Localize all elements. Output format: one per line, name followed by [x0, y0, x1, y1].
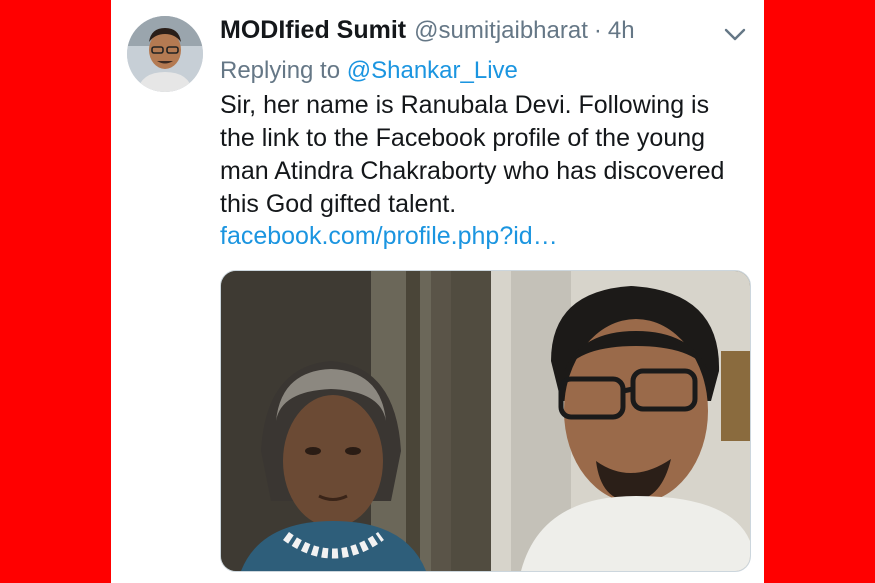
mention-link[interactable]: @Shankar_Live: [347, 57, 518, 84]
avatar[interactable]: [127, 16, 203, 92]
tweet-card[interactable]: MODIfied Sumit @sumitjaibharat · 4h Repl…: [111, 0, 764, 583]
author-name[interactable]: MODIfied Sumit: [220, 16, 406, 45]
tweet-photo[interactable]: [220, 270, 751, 572]
separator-dot: ·: [593, 17, 602, 44]
replying-to: Replying to @Shankar_Live: [220, 57, 518, 85]
tweet-time[interactable]: 4h: [608, 17, 635, 45]
tweet-text: Sir, her name is Ranubala Devi. Followin…: [220, 91, 725, 218]
chevron-down-icon[interactable]: [723, 26, 747, 44]
replying-prefix: Replying to: [220, 57, 341, 84]
author-handle[interactable]: @sumitjaibharat: [414, 17, 588, 45]
profile-link[interactable]: facebook.com/profile.php?id…: [220, 222, 558, 251]
tweet-header: MODIfied Sumit @sumitjaibharat · 4h: [220, 16, 640, 52]
